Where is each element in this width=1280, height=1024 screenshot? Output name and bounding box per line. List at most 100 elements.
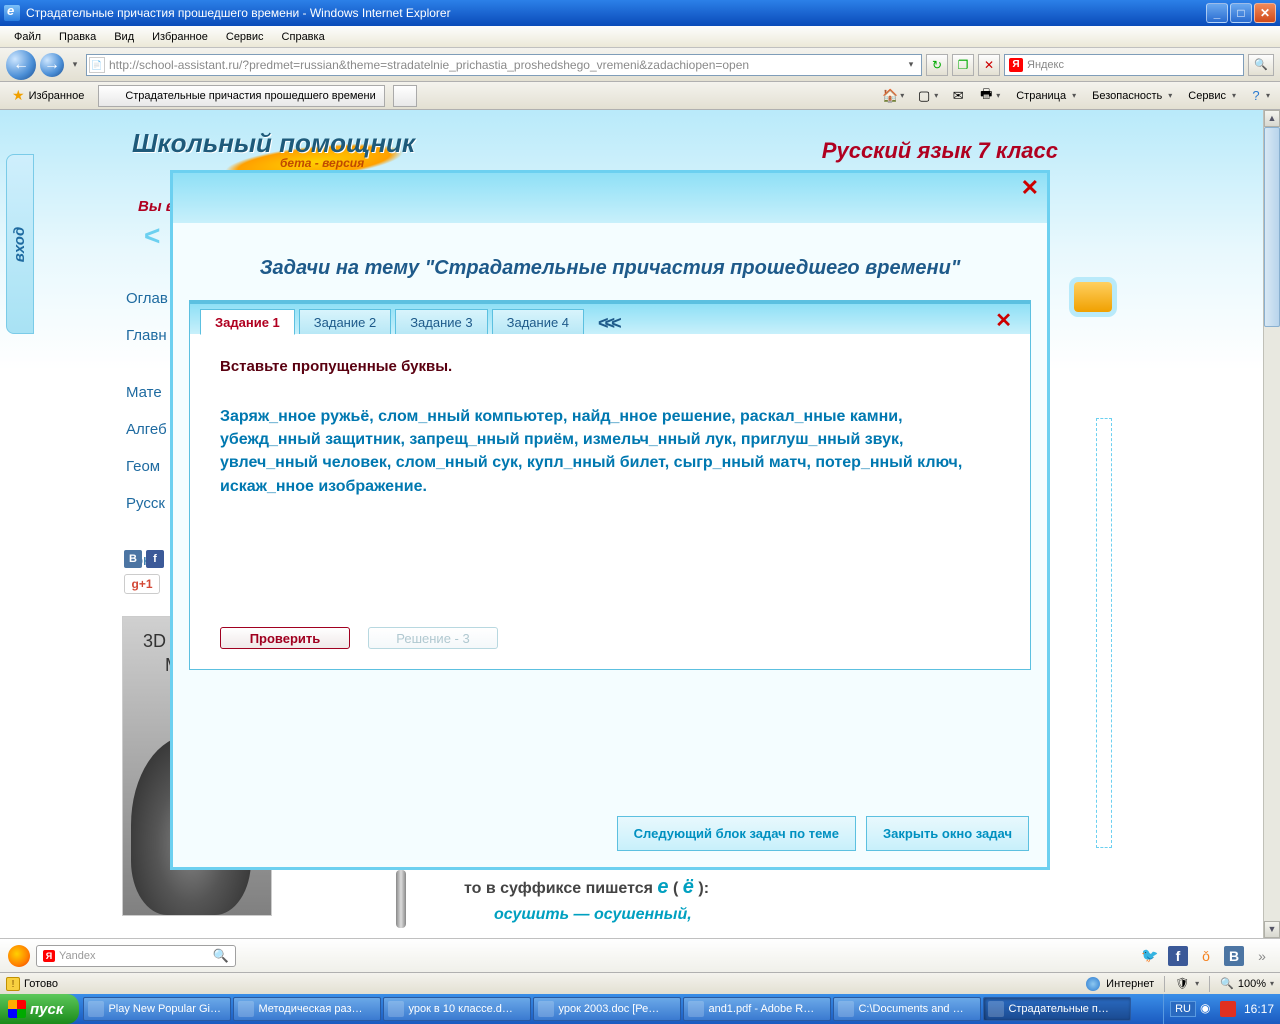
favorites-button[interactable]: ★ Избранное <box>6 85 90 106</box>
browser-tab[interactable]: Страдательные причастия прошедшего време… <box>98 85 384 107</box>
compat-button[interactable]: ❐ <box>952 54 974 76</box>
readmail-button[interactable]: ✉ <box>946 86 970 106</box>
scroll-up-button[interactable]: ▲ <box>1264 110 1280 127</box>
next-block-button[interactable]: Следующий блок задач по теме <box>617 816 856 851</box>
tray-icon-red[interactable] <box>1220 1001 1236 1017</box>
social-row: B f <box>124 550 164 568</box>
menu-favorites[interactable]: Избранное <box>144 29 216 45</box>
clock[interactable]: 16:17 <box>1240 1002 1274 1016</box>
windows-taskbar: пуск Play New Popular Gi… Методическая р… <box>0 994 1280 1024</box>
help-button[interactable]: ?▾ <box>1244 86 1274 106</box>
minimize-button[interactable]: _ <box>1206 3 1228 23</box>
app-icon <box>988 1001 1004 1017</box>
odnoklassniki-icon[interactable]: ǒ <box>1196 946 1216 966</box>
search-box[interactable]: Я Яндекс <box>1004 54 1244 76</box>
menu-help[interactable]: Справка <box>274 29 333 45</box>
menu-service[interactable]: Сервис <box>218 29 272 45</box>
feeds-button[interactable]: ▢▾ <box>912 86 942 106</box>
search-icon[interactable]: 🔍 <box>213 948 229 964</box>
menu-edit[interactable]: Правка <box>51 29 104 45</box>
vk-icon[interactable]: B <box>124 550 142 568</box>
close-tasks-button[interactable]: Закрыть окно задач <box>866 816 1029 851</box>
menu-bar: Файл Правка Вид Избранное Сервис Справка <box>0 26 1280 48</box>
modal-header: ✕ <box>173 173 1047 223</box>
yandex-search-box[interactable]: Я Yandex 🔍 <box>36 945 236 967</box>
refresh-button[interactable]: ↻ <box>926 54 948 76</box>
tasks-modal: ✕ Задачи на тему "Страдательные причасти… <box>170 170 1050 870</box>
toolbar-more-icon[interactable]: » <box>1252 946 1272 966</box>
solution-button: Решение - 3 <box>368 627 498 649</box>
address-bar[interactable]: 📄 http://school-assistant.ru/?predmet=ru… <box>86 54 922 76</box>
task-tab-3[interactable]: Задание 3 <box>395 309 487 334</box>
ie-icon <box>4 5 20 21</box>
protected-mode-icon[interactable]: 🛡 <box>1175 977 1189 990</box>
help-icon: ? <box>1248 88 1264 104</box>
taskbar-item[interactable]: урок в 10 классе.d… <box>383 997 531 1021</box>
taskbar-item[interactable]: урок 2003.doc [Ре… <box>533 997 681 1021</box>
login-tab[interactable]: вход <box>6 154 34 334</box>
back-button[interactable]: ← <box>6 50 36 80</box>
taskbar-items: Play New Popular Gi… Методическая раз… у… <box>79 996 1163 1022</box>
taskbar-item-active[interactable]: Страдательные п… <box>983 997 1131 1021</box>
start-button[interactable]: пуск <box>0 994 79 1024</box>
print-icon: 🖶 <box>978 88 994 104</box>
language-indicator[interactable]: RU <box>1170 1001 1196 1017</box>
window-close-button[interactable]: ✕ <box>1254 3 1276 23</box>
warning-icon: ! <box>6 977 20 991</box>
task-tab-2[interactable]: Задание 2 <box>299 309 391 334</box>
facebook-icon[interactable]: f <box>146 550 164 568</box>
nav-bar: ← → ▾ 📄 http://school-assistant.ru/?pred… <box>0 48 1280 82</box>
task-panel: Задание 1 Задание 2 Задание 3 Задание 4 … <box>189 300 1031 670</box>
safety-menu[interactable]: Безопасность▾ <box>1084 86 1176 106</box>
status-right: Интернет 🛡 ▾ 🔍 100% ▾ <box>1086 976 1274 992</box>
taskbar-item[interactable]: C:\Documents and … <box>833 997 981 1021</box>
task-tab-1[interactable]: Задание 1 <box>200 309 295 335</box>
home-button[interactable]: 🏠▾ <box>878 86 908 106</box>
task-text: Заряж_нное ружьё, слом_нный компьютер, н… <box>220 405 1000 498</box>
app-icon <box>838 1001 854 1017</box>
menu-view[interactable]: Вид <box>106 29 142 45</box>
nav-history-dropdown[interactable]: ▾ <box>68 55 82 75</box>
favorites-label: Избранное <box>29 90 85 102</box>
stop-button[interactable]: ✕ <box>978 54 1000 76</box>
gplus-button[interactable]: g+1 <box>124 574 160 594</box>
twitter-icon[interactable]: 🐦 <box>1140 946 1160 966</box>
app-icon <box>388 1001 404 1017</box>
maximize-button[interactable]: □ <box>1230 3 1252 23</box>
new-tab-button[interactable] <box>393 85 417 107</box>
page-menu[interactable]: Страница▾ <box>1008 86 1080 106</box>
taskbar-item[interactable]: and1.pdf - Adobe R… <box>683 997 831 1021</box>
facebook-icon-2[interactable]: f <box>1168 946 1188 966</box>
address-url[interactable]: http://school-assistant.ru/?predmet=russ… <box>109 58 903 72</box>
search-button[interactable]: 🔍 <box>1248 54 1274 76</box>
tools-menu[interactable]: Сервис▾ <box>1180 86 1240 106</box>
vertical-scrollbar[interactable]: ▲ ▼ <box>1263 110 1280 938</box>
app-icon <box>538 1001 554 1017</box>
site-logo[interactable]: Школьный помощник <box>132 128 415 159</box>
window-titlebar: Страдательные причастия прошедшего време… <box>0 0 1280 26</box>
folder-icon[interactable] <box>1074 282 1112 312</box>
taskbar-item[interactable]: Методическая раз… <box>233 997 381 1021</box>
address-dropdown[interactable]: ▾ <box>903 59 919 70</box>
panel-close-button[interactable]: ✕ <box>995 308 1012 333</box>
scroll-thumb[interactable] <box>1264 127 1280 327</box>
command-bar: 🏠▾ ▢▾ ✉ 🖶▾ Страница▾ Безопасность▾ Серви… <box>878 86 1274 106</box>
modal-close-button[interactable]: ✕ <box>1021 175 1039 201</box>
nav-arrows[interactable]: < <box>144 220 154 252</box>
check-button[interactable]: Проверить <box>220 627 350 649</box>
scroll-down-button[interactable]: ▼ <box>1264 921 1280 938</box>
page-icon: 📄 <box>89 57 105 73</box>
yandex-logo-icon[interactable] <box>8 945 30 967</box>
system-tray: RU ◉ 16:17 <box>1163 994 1280 1024</box>
zoom-control[interactable]: 🔍 100% ▾ <box>1220 977 1274 990</box>
print-button[interactable]: 🖶▾ <box>974 86 1004 106</box>
taskbar-item[interactable]: Play New Popular Gi… <box>83 997 231 1021</box>
vk-icon-2[interactable]: B <box>1224 946 1244 966</box>
zone-label: Интернет <box>1106 978 1154 990</box>
ie-status-bar: ! Готово Интернет 🛡 ▾ 🔍 100% ▾ <box>0 972 1280 994</box>
forward-button[interactable]: → <box>40 53 64 77</box>
menu-file[interactable]: Файл <box>6 29 49 45</box>
tray-icon[interactable]: ◉ <box>1200 1001 1216 1017</box>
tabs-back-button[interactable]: <<< <box>598 313 618 334</box>
task-tab-4[interactable]: Задание 4 <box>492 309 584 334</box>
